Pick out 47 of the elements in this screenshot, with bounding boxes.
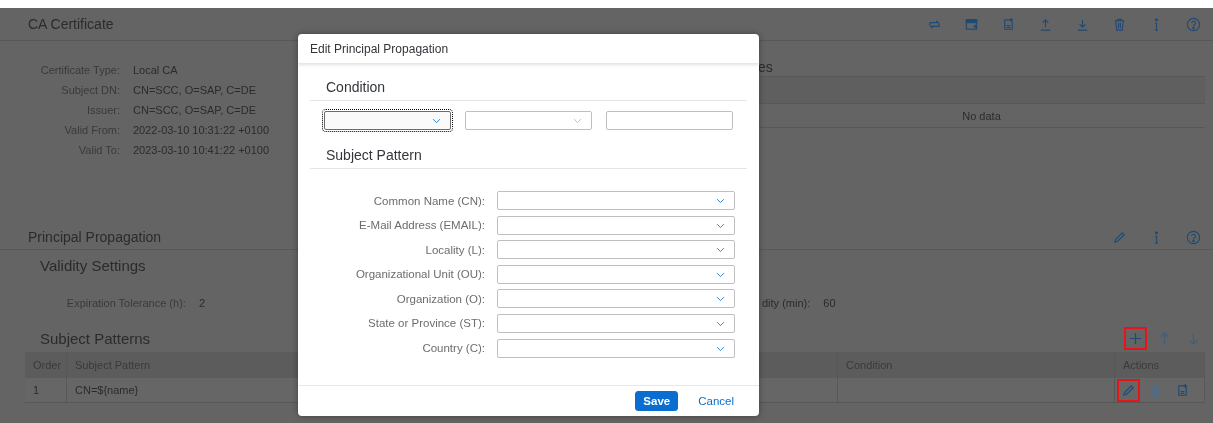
- dropdown-field[interactable]: [497, 338, 735, 358]
- section-title: CA Certificate: [28, 16, 115, 32]
- upload-icon: [1038, 16, 1053, 32]
- dropdown-field[interactable]: [497, 240, 735, 260]
- field-label: E-Mail Address (EMAIL):: [358, 219, 485, 232]
- field-label: Organizational Unit (OU):: [354, 268, 485, 281]
- field-value: 2023-03-10 10:41:22 +0100: [133, 144, 270, 156]
- section-title: es: [758, 59, 774, 76]
- field-value: CN=SCC, O=SAP, C=DE: [133, 104, 256, 116]
- dropdown-field[interactable]: [497, 264, 735, 284]
- dropdown-field[interactable]: [324, 111, 451, 130]
- field-value: 2022-03-10 10:31:22 +0100: [133, 124, 270, 136]
- dropdown-field[interactable]: [497, 215, 735, 235]
- plus-button[interactable]: [1124, 327, 1147, 350]
- section-title: Principal Propagation: [28, 229, 163, 245]
- trash-icon: [1112, 16, 1127, 32]
- subsection-title: Subject Patterns: [40, 330, 152, 347]
- field-label: Common Name (CN):: [372, 194, 485, 207]
- section-heading: Condition: [310, 63, 747, 101]
- field-label: Organization (O):: [395, 292, 485, 305]
- dropdown-field[interactable]: [497, 313, 735, 333]
- field-label: Locality (L):: [424, 243, 485, 256]
- field-label: Country (C):: [421, 342, 485, 355]
- no-data-text: No data: [962, 109, 1001, 122]
- dropdown-field[interactable]: [497, 289, 735, 309]
- help-icon: [1186, 229, 1201, 245]
- plus-icon: [1128, 331, 1143, 346]
- dropdown-field[interactable]: [497, 191, 735, 210]
- dialog-title: Edit Principal Propagation: [298, 34, 759, 63]
- input-field[interactable]: [606, 111, 733, 130]
- section-heading: Subject Pattern: [310, 130, 747, 169]
- table-cell: 1: [25, 378, 67, 403]
- pencil-icon: [1112, 229, 1127, 245]
- field-value: Local CA: [133, 64, 178, 76]
- calendar-icon: [964, 16, 979, 32]
- subsection-title: Validity Settings: [40, 256, 146, 274]
- pencil-icon: [1121, 382, 1136, 398]
- field-value: CN=SCC, O=SAP, C=DE: [133, 84, 256, 96]
- trash-icon: [1148, 382, 1163, 398]
- document-add-icon: [1001, 16, 1016, 32]
- field-label: State or Province (ST):: [367, 317, 485, 330]
- help-icon: [1186, 16, 1201, 32]
- document-add-icon: [1175, 382, 1190, 398]
- save-button[interactable]: Save: [635, 391, 679, 411]
- pencil-button[interactable]: [1117, 378, 1140, 402]
- field-value: 60: [823, 296, 836, 309]
- dropdown-field[interactable]: [465, 111, 592, 130]
